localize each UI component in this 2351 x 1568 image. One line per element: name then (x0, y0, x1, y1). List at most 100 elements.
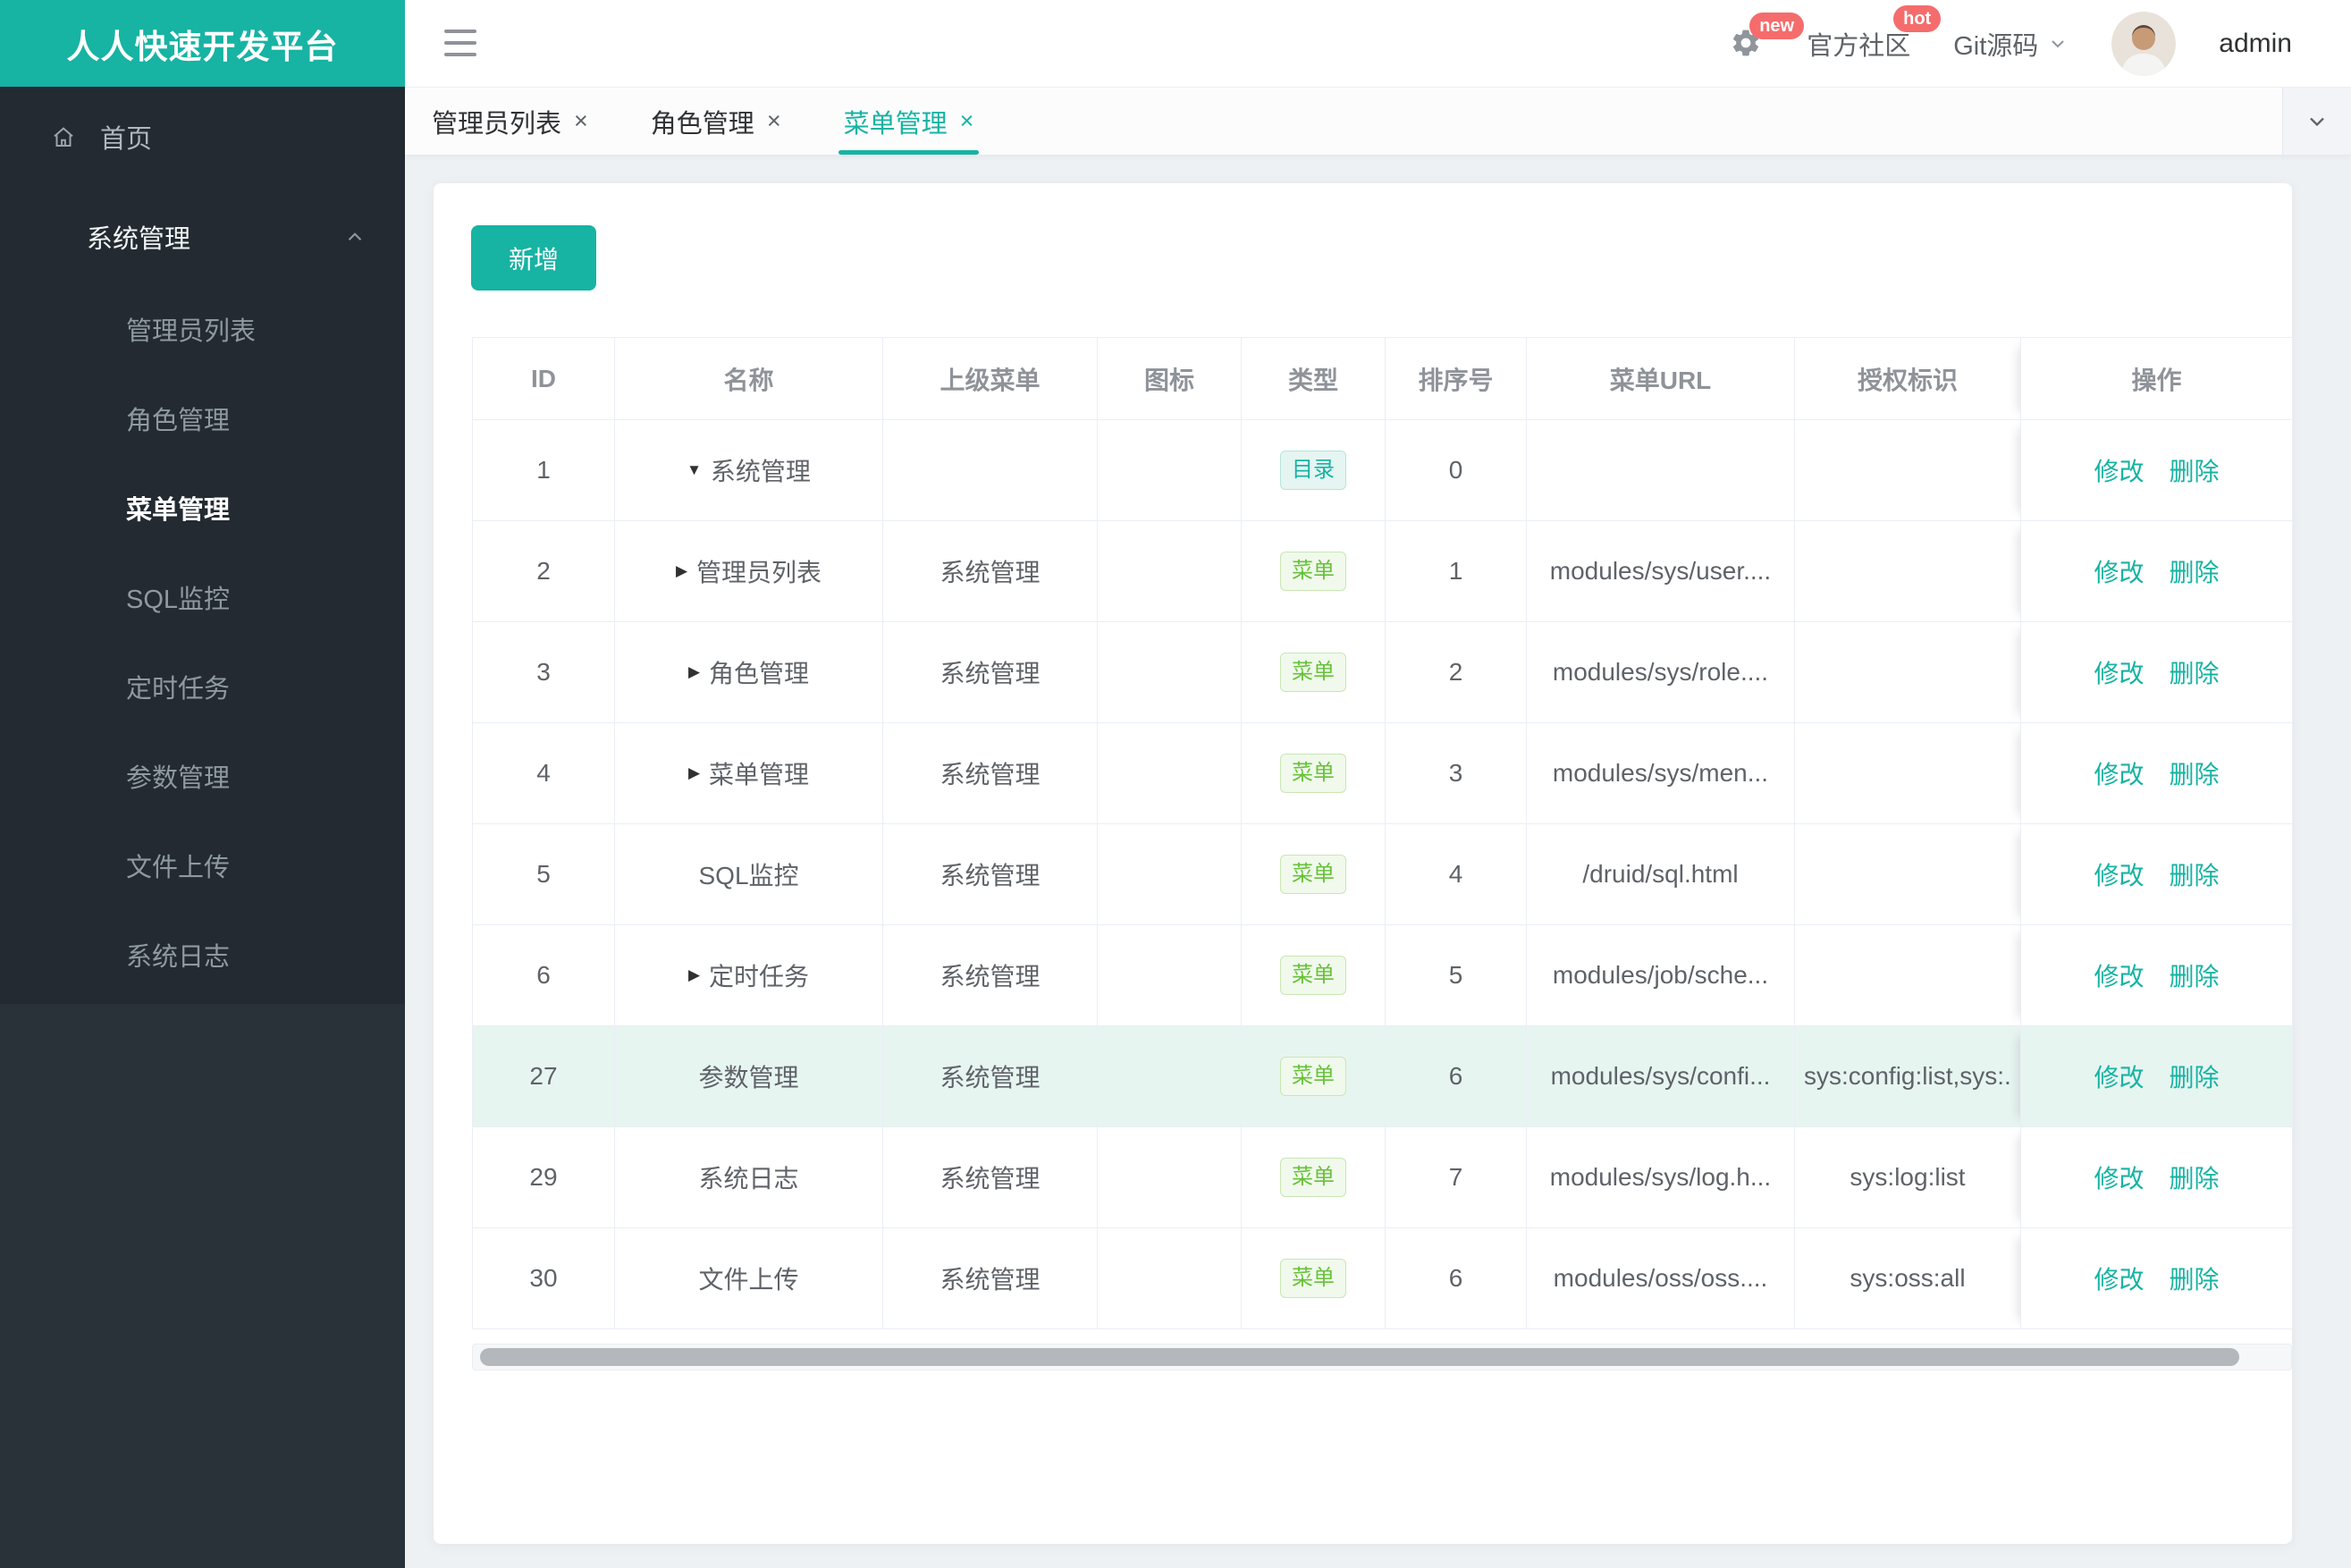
cell-name: 参数管理 (614, 1025, 883, 1127)
expand-arrow-icon[interactable]: ▶ (688, 663, 700, 681)
cell-name: ▶ 管理员列表 (614, 520, 883, 622)
add-button[interactable]: 新增 (471, 225, 596, 291)
horizontal-scrollbar-thumb[interactable] (480, 1348, 2239, 1366)
cell-url: modules/oss/oss.... (1526, 1227, 1795, 1329)
sidebar-item[interactable]: 文件上传 (0, 823, 405, 913)
table-row: 5 SQL监控 系统管理 菜单 4 /druid/sql.html 修改 删除 (472, 823, 2293, 925)
sidebar-item-home[interactable]: 首页 (0, 87, 405, 187)
column-header: 名称 (614, 337, 883, 420)
expand-arrow-icon[interactable]: ▶ (688, 966, 700, 984)
cell-perms (1794, 924, 2021, 1026)
new-badge: new (1749, 12, 1805, 39)
cell-url: modules/job/sche... (1526, 924, 1795, 1026)
table-row: 6 ▶ 定时任务 系统管理 菜单 5 modules/job/sche... 修… (472, 924, 2293, 1026)
tabbar: 管理员列表 × 角色管理 × 菜单管理 × (405, 87, 2351, 156)
delete-link[interactable]: 删除 (2170, 1260, 2220, 1296)
delete-link[interactable]: 删除 (2170, 755, 2220, 791)
cell-icon (1097, 621, 1242, 723)
cell-actions: 修改 删除 (2020, 520, 2293, 622)
sidebar-item[interactable]: 菜单管理 (0, 466, 405, 555)
cell-actions: 修改 删除 (2020, 924, 2293, 1026)
community-link[interactable]: 官方社区 hot (1807, 4, 1942, 63)
edit-link[interactable]: 修改 (2094, 452, 2144, 488)
sidebar-item[interactable]: 定时任务 (0, 645, 405, 734)
table-header-row: ID 名称 上级菜单 图标 类型 排序号 菜单URL 授权标识 操作 (472, 337, 2293, 420)
topbar: new 官方社区 hot Git源码 admin (405, 0, 2351, 87)
tab[interactable]: 角色管理 × (651, 88, 781, 155)
edit-link[interactable]: 修改 (2094, 1159, 2144, 1195)
cell-parent: 系统管理 (882, 1126, 1098, 1228)
hamburger-menu-icon[interactable] (444, 30, 476, 56)
delete-link[interactable]: 删除 (2170, 856, 2220, 892)
tabs-dropdown-button[interactable] (2282, 88, 2351, 155)
close-icon[interactable]: × (574, 109, 588, 133)
table-row: 27 参数管理 系统管理 菜单 6 modules/sys/confi... s… (472, 1025, 2293, 1127)
cell-order: 3 (1385, 722, 1527, 824)
tab[interactable]: 菜单管理 × (838, 88, 980, 155)
close-icon[interactable]: × (960, 109, 974, 133)
expand-arrow-icon[interactable]: ▼ (687, 461, 702, 479)
cell-id: 5 (472, 823, 615, 925)
cell-url (1526, 419, 1795, 521)
sidebar-item[interactable]: 角色管理 (0, 376, 405, 466)
sidebar-group-system[interactable]: 系统管理 (0, 187, 405, 287)
column-header: 类型 (1241, 337, 1386, 420)
sidebar-item[interactable]: 管理员列表 (0, 287, 405, 376)
avatar[interactable] (2111, 11, 2177, 76)
type-badge: 菜单 (1280, 1259, 1346, 1298)
cell-type: 菜单 (1241, 621, 1386, 723)
delete-link[interactable]: 删除 (2170, 452, 2220, 488)
settings-gear-icon[interactable]: new (1730, 12, 1805, 61)
cell-type: 目录 (1241, 419, 1386, 521)
cell-order: 7 (1385, 1126, 1527, 1228)
menu-table: ID 名称 上级菜单 图标 类型 排序号 菜单URL 授权标识 操作 1 ▼ 系统管理 目录 0… (472, 337, 2293, 1329)
tab[interactable]: 管理员列表 × (432, 88, 588, 155)
column-header: 授权标识 (1794, 337, 2021, 420)
app-logo: 人人快速开发平台 (0, 0, 405, 87)
cell-name: ▶ 菜单管理 (614, 722, 883, 824)
cell-perms (1794, 722, 2021, 824)
cell-name: 系统日志 (614, 1126, 883, 1228)
table-body: 1 ▼ 系统管理 目录 0 修改 删除 2 ▶ 管理员列表 系统管理 菜单 1 … (472, 419, 2293, 1329)
close-icon[interactable]: × (767, 109, 781, 133)
cell-url: modules/sys/user.... (1526, 520, 1795, 622)
edit-link[interactable]: 修改 (2094, 1058, 2144, 1094)
edit-link[interactable]: 修改 (2094, 957, 2144, 993)
cell-parent: 系统管理 (882, 1227, 1098, 1329)
edit-link[interactable]: 修改 (2094, 654, 2144, 690)
type-badge: 目录 (1280, 451, 1346, 490)
cell-perms (1794, 419, 2021, 521)
delete-link[interactable]: 删除 (2170, 654, 2220, 690)
cell-id: 2 (472, 520, 615, 622)
sidebar-item[interactable]: SQL监控 (0, 555, 405, 645)
cell-url: modules/sys/confi... (1526, 1025, 1795, 1127)
delete-link[interactable]: 删除 (2170, 1058, 2220, 1094)
type-badge: 菜单 (1280, 552, 1346, 591)
cell-order: 1 (1385, 520, 1527, 622)
cell-type: 菜单 (1241, 1126, 1386, 1228)
delete-link[interactable]: 删除 (2170, 553, 2220, 589)
cell-name: SQL监控 (614, 823, 883, 925)
cell-type: 菜单 (1241, 1025, 1386, 1127)
sidebar-item[interactable]: 参数管理 (0, 734, 405, 823)
cell-order: 6 (1385, 1227, 1527, 1329)
username-dropdown[interactable]: admin (2219, 29, 2292, 59)
edit-link[interactable]: 修改 (2094, 856, 2144, 892)
cell-order: 2 (1385, 621, 1527, 723)
cell-url: modules/sys/role.... (1526, 621, 1795, 723)
sidebar-item[interactable]: 系统日志 (0, 913, 405, 1002)
edit-link[interactable]: 修改 (2094, 1260, 2144, 1296)
git-source-dropdown[interactable]: Git源码 (1953, 25, 2069, 63)
cell-order: 5 (1385, 924, 1527, 1026)
cell-icon (1097, 924, 1242, 1026)
cell-perms: sys:config:list,sys:... (1794, 1025, 2021, 1127)
expand-arrow-icon[interactable]: ▶ (688, 764, 700, 782)
delete-link[interactable]: 删除 (2170, 1159, 2220, 1195)
cell-parent: 系统管理 (882, 722, 1098, 824)
cell-name: ▶ 角色管理 (614, 621, 883, 723)
edit-link[interactable]: 修改 (2094, 755, 2144, 791)
expand-arrow-icon[interactable]: ▶ (676, 562, 687, 580)
delete-link[interactable]: 删除 (2170, 957, 2220, 993)
cell-type: 菜单 (1241, 722, 1386, 824)
edit-link[interactable]: 修改 (2094, 553, 2144, 589)
